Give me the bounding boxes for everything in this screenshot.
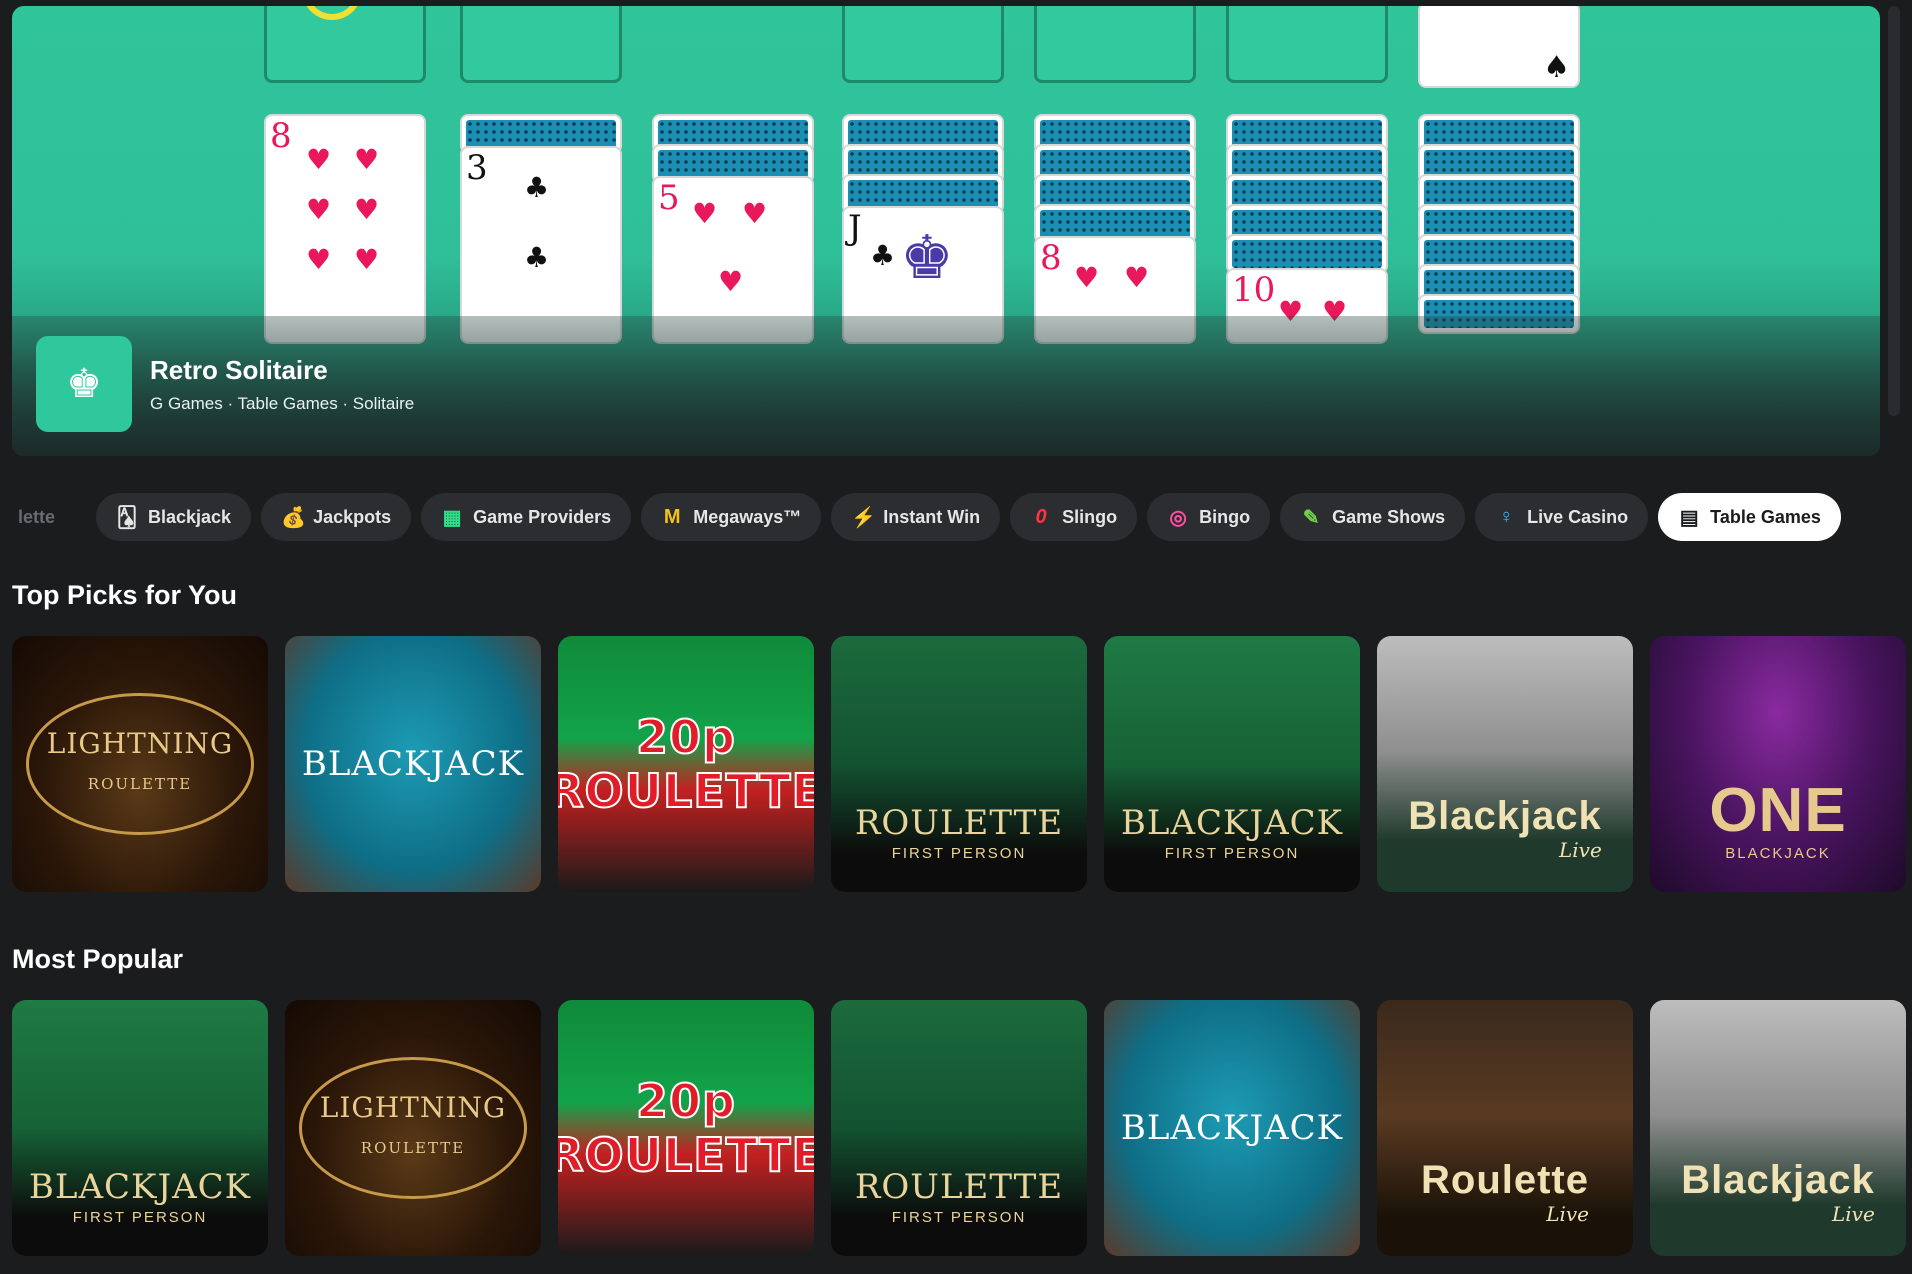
card-icon: 🂡	[116, 506, 138, 529]
spade-icon: ♠	[1543, 50, 1570, 85]
heart-icon: ♥	[306, 193, 332, 226]
game-tile[interactable]: BLACKJACK FIRST PERSON	[12, 1000, 268, 1256]
hero-subtitle: G Games · Table Games · Solitaire	[150, 393, 415, 413]
king-card-icon[interactable]: ♚	[36, 336, 132, 432]
lightning-icon: ⚡	[851, 506, 877, 529]
heart-icon: ♥	[1074, 261, 1100, 294]
game-tile[interactable]: ONE BLACKJACK	[1650, 636, 1906, 892]
chip-slingo[interactable]: 0 Slingo	[1010, 493, 1138, 541]
heart-icon: ♥	[742, 197, 768, 230]
foundation-slot[interactable]	[1034, 6, 1196, 83]
waste-slot[interactable]	[460, 6, 622, 83]
section-title-most-popular: Most Popular	[12, 944, 184, 974]
heart-icon: ♥	[718, 265, 744, 298]
grid-icon: ▦	[442, 506, 462, 529]
game-tile[interactable]: BLACKJACK	[1104, 1000, 1360, 1256]
microphone-icon: ✎	[1302, 506, 1320, 529]
stock-slot[interactable]	[264, 6, 426, 83]
heart-icon: ♥	[354, 143, 380, 176]
tableau-card[interactable]: 8 ♥ ♥ ♥ ♥ ♥ ♥	[264, 114, 426, 344]
chip-game-providers[interactable]: ▦ Game Providers	[421, 493, 632, 541]
dealer-icon: ♀	[1498, 505, 1514, 528]
foundation-slot[interactable]	[1226, 6, 1388, 83]
game-tile[interactable]: BLACKJACK	[285, 636, 541, 892]
game-tile[interactable]: 20p ROULETTE	[558, 1000, 814, 1256]
tableau-card[interactable]: 3 ♣ ♣	[460, 146, 622, 344]
game-tile[interactable]: LIGHTNING ROULETTE	[285, 1000, 541, 1256]
table-icon: ▤	[1679, 506, 1699, 529]
heart-icon: ♥	[354, 243, 380, 276]
hero-banner[interactable]: ♠ 8 ♥ ♥ ♥ ♥ ♥ ♥ 3 ♣ ♣ 5 ♥ ♥ ♥ J ♣ ♚ 8 ♥	[12, 6, 1880, 456]
game-tile[interactable]: Roulette Live	[1377, 1000, 1633, 1256]
chip-table-games[interactable]: ▤ Table Games	[1658, 493, 1841, 541]
chip-game-shows[interactable]: ✎ Game Shows	[1280, 493, 1466, 541]
heart-icon: ♥	[692, 197, 718, 230]
game-tile[interactable]: 20p ROULETTE	[558, 636, 814, 892]
page-scrollbar[interactable]	[1888, 6, 1900, 416]
megaways-icon: M	[663, 505, 681, 528]
bingo-ball-icon: ◎	[1169, 506, 1187, 529]
chip-live-casino[interactable]: ♀ Live Casino	[1475, 493, 1649, 541]
heart-icon: ♥	[306, 243, 332, 276]
section-title-top-picks: Top Picks for You	[12, 580, 238, 610]
hero-info: ♚ Retro Solitaire G Games · Table Games …	[36, 336, 414, 432]
game-tile[interactable]: LIGHTNING ROULETTE	[12, 636, 268, 892]
foundation-slot[interactable]	[842, 6, 1004, 83]
game-tile[interactable]: ROULETTE FIRST PERSON	[831, 636, 1087, 892]
heart-icon: ♥	[354, 193, 380, 226]
game-tile[interactable]: Blackjack Live	[1650, 1000, 1906, 1256]
heart-icon: ♥	[306, 143, 332, 176]
money-bag-icon: 💰	[281, 506, 306, 529]
club-icon: ♣	[524, 241, 550, 274]
heart-icon: ♥	[1124, 261, 1150, 294]
chip-instant-win[interactable]: ⚡ Instant Win	[831, 493, 1001, 541]
club-icon: ♣	[870, 239, 896, 272]
chip-jackpots[interactable]: 💰 Jackpots	[261, 493, 412, 541]
category-chips: lette 🂡 Blackjack 💰 Jackpots ▦ Game Provide…	[12, 492, 1841, 542]
hero-title[interactable]: Retro Solitaire	[150, 355, 414, 386]
chip-megaways[interactable]: M Megaways™	[641, 493, 822, 541]
chip-roulette[interactable]: lette	[12, 493, 86, 541]
most-popular-row: BLACKJACK FIRST PERSON LIGHTNING ROULETTE …	[12, 1000, 1906, 1256]
jack-face-icon: ♚	[900, 223, 954, 293]
foundation-card[interactable]: ♠	[1418, 6, 1580, 88]
top-picks-row: LIGHTNING ROULETTE BLACKJACK 20p ROULETTE…	[12, 636, 1906, 892]
club-icon: ♣	[524, 171, 550, 204]
slingo-icon: 0	[1035, 505, 1047, 528]
game-tile[interactable]: BLACKJACK FIRST PERSON	[1104, 636, 1360, 892]
chip-bingo[interactable]: ◎ Bingo	[1147, 493, 1271, 541]
game-tile[interactable]: ROULETTE FIRST PERSON	[831, 1000, 1087, 1256]
game-tile[interactable]: Blackjack Live	[1377, 636, 1633, 892]
chip-blackjack[interactable]: 🂡 Blackjack	[96, 493, 252, 541]
